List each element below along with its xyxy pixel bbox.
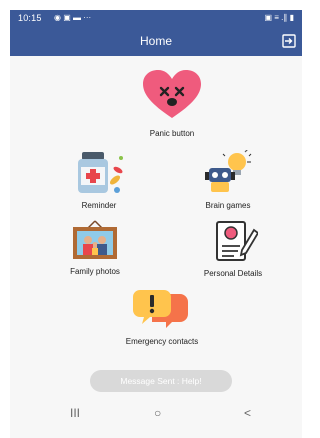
page-title: Home <box>139 34 172 48</box>
logout-icon[interactable] <box>282 34 296 48</box>
personal-details-label: Personal Details <box>203 269 263 278</box>
family-photo-frame-icon <box>73 220 117 259</box>
family-photos-label: Family photos <box>70 267 120 276</box>
id-document-icon <box>216 221 260 261</box>
reminder-button[interactable]: Reminder <box>54 150 144 210</box>
app-bar: Home <box>10 28 302 56</box>
brain-games-button[interactable]: Brain games <box>180 148 276 210</box>
system-status-icons: ▣ ≡ .∥ ▮ <box>264 13 294 22</box>
status-time: 10:15 <box>18 13 42 23</box>
robot-lightbulb-icon <box>205 148 252 192</box>
home-grid: Panic button Reminder Brain games Family… <box>10 56 302 394</box>
broken-heart-icon <box>143 70 201 118</box>
brain-games-label: Brain games <box>205 201 251 210</box>
status-bar: 10:15 ◉ ▣ ▬ ··· ▣ ≡ .∥ ▮ <box>10 10 302 28</box>
emergency-contacts-label: Emergency contacts <box>125 337 199 346</box>
reminder-label: Reminder <box>81 201 117 210</box>
emergency-contacts-button[interactable]: Emergency contacts <box>102 288 222 346</box>
alert-chat-bubbles-icon <box>133 290 188 328</box>
recents-button[interactable]: III <box>70 406 80 420</box>
panic-button-label: Panic button <box>149 129 195 138</box>
panic-button[interactable]: Panic button <box>112 68 232 138</box>
system-nav-bar: III ○ < <box>10 394 302 438</box>
medicine-bottle-icon <box>78 152 123 193</box>
family-photos-button[interactable]: Family photos <box>48 220 142 276</box>
toast-message: Message Sent : Help! <box>90 370 232 392</box>
personal-details-button[interactable]: Personal Details <box>186 220 280 278</box>
back-button[interactable]: < <box>244 406 251 420</box>
home-button[interactable]: ○ <box>154 406 161 420</box>
notification-icons: ◉ ▣ ▬ ··· <box>54 13 92 22</box>
